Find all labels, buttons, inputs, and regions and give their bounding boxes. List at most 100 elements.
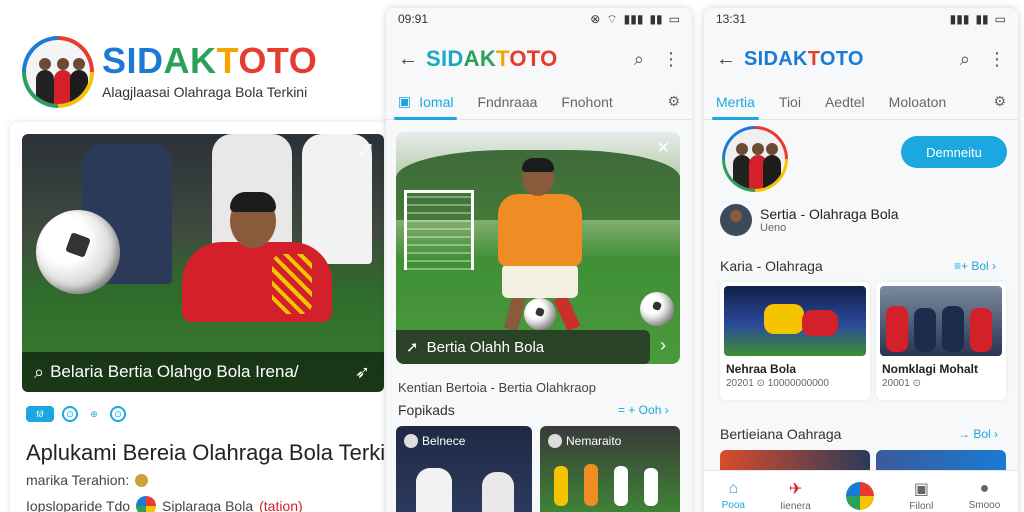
nav-home[interactable]: ⌂ Pooa xyxy=(722,480,745,511)
featured-article-card[interactable]: ⤢ ⌕ Belaria Bertia Olahgo Bola Irena/ ➶ … xyxy=(10,122,388,512)
nav-profile[interactable]: ● Smooo xyxy=(969,480,1001,511)
nav-trending[interactable]: ✈ Iienera xyxy=(780,479,811,512)
badge-icon[interactable]: ⊙ xyxy=(110,406,126,422)
tab-home[interactable]: ▣ Iomal xyxy=(386,84,465,120)
share-icon[interactable]: ➶ xyxy=(355,362,370,383)
article-line[interactable]: Kentian Bertoia - Bertia Olahkraop xyxy=(398,380,596,395)
brand-logo xyxy=(22,36,94,108)
brand-letter: A xyxy=(778,47,793,70)
grid-icon: ▣ xyxy=(398,93,412,109)
app-title: SIDAKTOTO xyxy=(744,48,864,71)
chevron-right-icon[interactable]: › xyxy=(660,335,666,356)
card-meta: 20201 ⊙ 10000000000 xyxy=(726,378,829,389)
back-arrow-icon[interactable]: ← xyxy=(398,48,426,71)
article-title[interactable]: Aplukami Bereia Olahraga Bola Terkiny xyxy=(26,440,388,466)
tab-bar: Mertia Tioi Aedtel Moloaton ⚙ xyxy=(704,84,1018,120)
app-title: SIDAKTOTO xyxy=(426,46,558,72)
settings-icon[interactable]: ⚙ xyxy=(981,84,1018,120)
hero-caption-text: Belaria Bertia Olahgo Bola Irena/ xyxy=(50,362,299,381)
avatar xyxy=(404,434,418,448)
brand-name: SIDAKTOTO xyxy=(102,40,317,82)
trending-icon: ✈ xyxy=(788,481,803,498)
author-name: Sertia - Olahraga Bola xyxy=(760,206,899,222)
phone-screen-feed: 09:91 ⊗ ⌔ ▮▮▮ ▮▮ ▭ ← SIDAKTOTO ⌕ ⋮ ▣ Ioma… xyxy=(386,8,692,512)
badge-pill[interactable]: f∂ xyxy=(26,406,54,422)
signal-icon: ▮▮▮ xyxy=(623,12,644,26)
footer-name[interactable]: Siplaraga Bola xyxy=(162,498,253,512)
nav-label: Smooo xyxy=(968,500,1001,511)
app-bar: ← SIDAKTOTO ⌕ ⋮ xyxy=(704,34,1018,84)
brand-letter: I xyxy=(126,40,138,81)
news-card[interactable]: Nehraa Bola 20201 ⊙ 10000000000 xyxy=(720,282,870,400)
tab-fourth[interactable]: Moloaton xyxy=(877,84,959,120)
thumb-card[interactable]: Belnece xyxy=(396,426,532,512)
settings-icon[interactable]: ⚙ xyxy=(655,84,692,120)
signal-icon: ▮▮ xyxy=(975,12,989,26)
library-icon: ▣ xyxy=(913,481,929,498)
hero-image[interactable]: ⤢ ⌕ Belaria Bertia Olahgo Bola Irena/ ➶ xyxy=(22,134,384,392)
search-icon[interactable]: ⌕ xyxy=(960,49,970,70)
brand-tagline: Alagjlaasai Olahraga Bola Terkini xyxy=(102,84,308,100)
nav-library[interactable]: ▣ Filonl xyxy=(909,479,933,512)
tab-third[interactable]: Fnohont xyxy=(549,84,624,120)
brand-header: SIDAKTOTO Alagjlaasai Olahraga Bola Terk… xyxy=(22,36,352,116)
tab-third[interactable]: Aedtel xyxy=(813,84,877,120)
section-more-link[interactable]: ≡+ Bol › xyxy=(954,259,996,273)
feature-image[interactable]: ✕ ➚ Bertia Olahh Bola › xyxy=(396,132,680,364)
brand-letter: A xyxy=(463,46,480,71)
card-title: Nehraa Bola xyxy=(726,362,797,376)
close-icon[interactable]: ✕ xyxy=(657,138,670,158)
close-icon[interactable]: ⤢ xyxy=(359,142,372,160)
search-icon[interactable]: ⌕ xyxy=(634,49,644,70)
badge-row: f∂ ⊙ ⊕ ⊙ xyxy=(26,406,126,422)
article-footer: Iopsloparide Tdo Siplaraga Bola (tation) xyxy=(26,496,303,512)
nav-label: Filonl xyxy=(909,501,934,512)
author-row[interactable]: Sertia - Olahraga Bola Ueno xyxy=(720,204,899,236)
back-arrow-icon[interactable]: ← xyxy=(716,48,744,71)
brand-letter: T xyxy=(807,47,820,70)
signal-icon: ▮▮▮ xyxy=(949,12,970,26)
brand-letter: O xyxy=(238,40,267,81)
tab-second[interactable]: Tioi xyxy=(767,84,813,120)
article-meta: marika Terahion: xyxy=(26,472,149,488)
brand-letter: K xyxy=(190,40,217,81)
search-icon: ⌕ xyxy=(34,361,45,382)
more-vert-icon[interactable]: ⋮ xyxy=(988,49,1006,70)
battery-icon: ▭ xyxy=(994,12,1006,26)
more-vert-icon[interactable]: ⋮ xyxy=(662,49,680,70)
brand-letter: T xyxy=(216,40,239,81)
hero-caption: ⌕ Belaria Bertia Olahgo Bola Irena/ ➶ xyxy=(22,352,384,392)
thumb-label: Nemaraito xyxy=(566,434,622,448)
nav-label: Iienera xyxy=(780,501,811,512)
alarm-icon: ⊗ xyxy=(590,12,601,26)
profile-avatar[interactable] xyxy=(722,126,788,192)
brand-letter: O xyxy=(540,46,558,71)
play-icon: ➚ xyxy=(406,339,419,356)
news-card[interactable]: Nomklagi Mohalt 20001 ⊙ xyxy=(876,282,1006,400)
brand-letter: T xyxy=(266,40,289,81)
nav-label: Pooa xyxy=(721,500,745,511)
badge-icon[interactable]: ⊕ xyxy=(86,406,102,422)
phone-screen-profile: 13:31 ▮▮▮ ▮▮ ▭ ← SIDAKTOTO ⌕ ⋮ Mertia Ti… xyxy=(704,8,1018,512)
brand-letter: T xyxy=(526,46,541,71)
follow-button[interactable]: Demneitu xyxy=(901,136,1007,168)
status-time: 13:31 xyxy=(716,12,747,26)
thumb-card[interactable]: Nemaraito xyxy=(540,426,680,512)
section-more-link[interactable]: → Bol › xyxy=(958,427,998,441)
tab-news[interactable]: Mertia xyxy=(704,84,767,120)
user-icon: ● xyxy=(979,480,990,497)
nav-center[interactable] xyxy=(846,481,875,510)
badge-icon[interactable]: ⊙ xyxy=(62,406,78,422)
avatar xyxy=(720,204,752,236)
section-title: Bertieiana Oahraga xyxy=(720,426,842,442)
brand-letter: O xyxy=(509,46,527,71)
section-title: Karia - Olahraga xyxy=(720,258,823,274)
status-bar: 09:91 ⊗ ⌔ ▮▮▮ ▮▮ ▭ xyxy=(386,8,692,30)
footer-prefix: Iopsloparide Tdo xyxy=(26,498,131,512)
tab-second[interactable]: Fndnraaa xyxy=(465,84,549,120)
feature-caption-text: Bertia Olahh Bola xyxy=(426,338,545,356)
section-more-link[interactable]: = + Ooh › xyxy=(618,403,669,417)
app-bar: ← SIDAKTOTO ⌕ ⋮ xyxy=(386,34,692,84)
coin-icon xyxy=(135,473,149,487)
author-subtitle: Ueno xyxy=(760,222,787,234)
